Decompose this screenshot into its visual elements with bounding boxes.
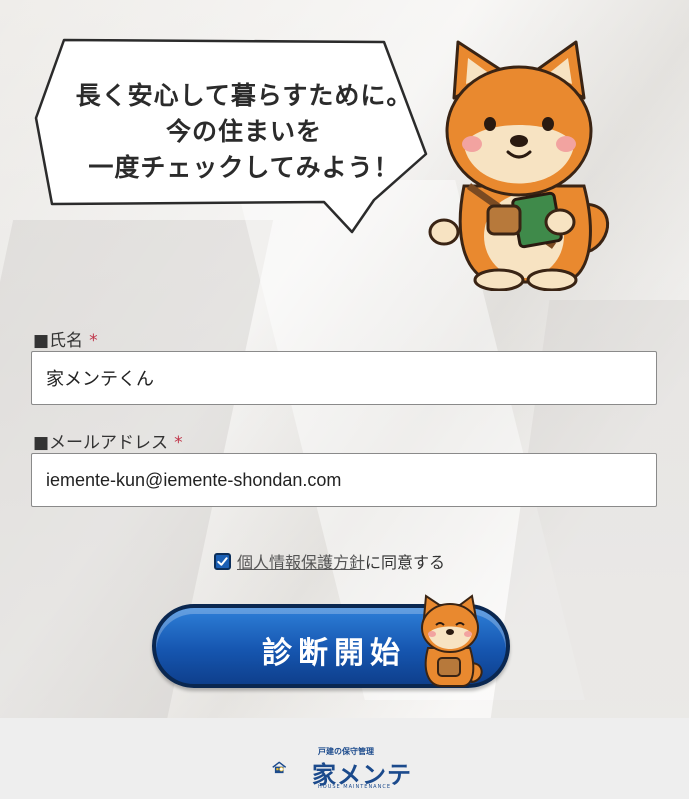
email-label: ■メールアドレス * xyxy=(33,433,183,453)
start-button-label: 診断開始 xyxy=(262,636,406,671)
shiba-button-mascot-image xyxy=(421,594,483,687)
check-icon xyxy=(217,556,228,566)
bubble-line-2: 今の住まいを xyxy=(165,117,322,146)
name-input[interactable] xyxy=(31,351,657,405)
bubble-line-3: 一度チェックしてみよう！ xyxy=(88,153,400,182)
privacy-policy-link[interactable]: 個人情報保護方針 xyxy=(237,549,365,573)
shiba-mascot-image xyxy=(428,40,609,291)
logo-tagline: HOUSE MAINTENANCE xyxy=(318,784,391,790)
bubble-line-1: 長く安心して暮らすために。 xyxy=(75,81,413,110)
speech-bubble: 長く安心して暮らすために。 今の住まいを 一度チェックしてみよう！ xyxy=(34,34,430,234)
name-label: ■氏名 * xyxy=(33,331,98,351)
email-input[interactable] xyxy=(31,453,657,507)
privacy-agreement: 個人情報保護方針 に同意する xyxy=(214,550,445,572)
agree-checkbox[interactable] xyxy=(214,552,231,570)
required-mark: * xyxy=(89,331,98,351)
agree-text: に同意する xyxy=(365,553,446,572)
house-logo-icon xyxy=(272,761,287,774)
required-mark: * xyxy=(174,433,183,453)
